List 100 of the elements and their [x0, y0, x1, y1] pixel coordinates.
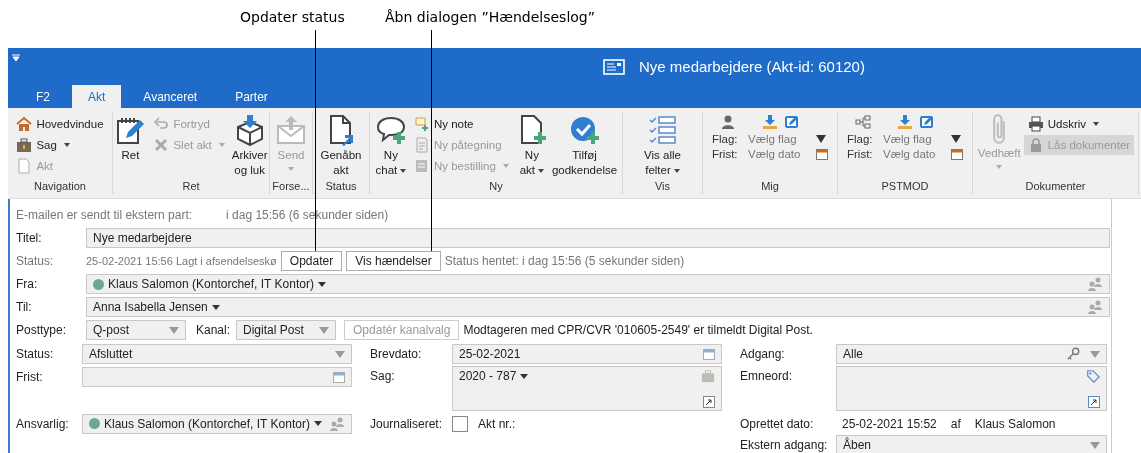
presence-dot: [93, 278, 104, 290]
cross-icon: [153, 137, 170, 153]
ribbon-tab[interactable]: Parter: [219, 85, 284, 108]
posttype-dropdown[interactable]: Q-post: [86, 320, 186, 340]
field-label: Sag:: [370, 368, 396, 385]
message-icon: [603, 58, 625, 75]
hierarchy-icon[interactable]: [855, 114, 871, 130]
callout-label: Åbn dialogen ”Hændelseslog”: [385, 9, 595, 25]
flag-label: Flag:: [847, 133, 874, 145]
group-label: Ret: [182, 180, 200, 194]
channel-note: Modtageren med CPR/CVR '010605-2549' er tilmeldt Digital Post.: [463, 323, 813, 337]
ribbon-button[interactable]: Arkiver og luk: [230, 112, 269, 180]
edit-icon[interactable]: [784, 114, 800, 130]
ribbon-tab[interactable]: F2: [20, 85, 66, 108]
ribbon-button[interactable]: Sag: [12, 135, 108, 155]
expand-icon[interactable]: [703, 396, 715, 408]
notice-label: E-mailen er sendt til ekstern part:: [16, 208, 193, 222]
download-icon[interactable]: [897, 114, 913, 130]
field-label: Journaliseret:: [370, 416, 444, 431]
ribbon-tab[interactable]: Avanceret: [127, 85, 214, 108]
ribbon-button[interactable]: Ny chat: [373, 112, 408, 180]
expand-icon[interactable]: [1088, 396, 1100, 408]
date-field[interactable]: 25-02-2021: [452, 344, 722, 364]
envelope-icon: [275, 114, 307, 146]
ribbon-button[interactable]: Hovedvindue: [12, 114, 108, 134]
ribbon-button[interactable]: Udskriv: [1023, 114, 1135, 134]
status-fetched: Status hentet: i dag 15:56 (5 sekunder siden): [444, 254, 685, 268]
calendar-icon[interactable]: [816, 148, 828, 160]
callout-label: Opdater status: [240, 9, 345, 25]
check-circle-plus-icon: [568, 114, 601, 146]
person-icon[interactable]: [720, 114, 736, 130]
group-label: Ny: [489, 180, 503, 194]
key-icon[interactable]: [1066, 347, 1080, 361]
ribbon-button[interactable]: Ny akt: [514, 112, 549, 180]
flag-picker[interactable]: Vælg flag: [883, 133, 945, 145]
field-label: Frist:: [16, 370, 44, 384]
group-label: Navigation: [34, 180, 86, 194]
form-icon: [413, 158, 430, 174]
group-label: Status: [325, 180, 357, 194]
house-icon: [16, 116, 33, 132]
caret-icon[interactable]: [951, 135, 961, 143]
field-label: Adgang:: [740, 347, 786, 361]
date-picker[interactable]: Vælg dato: [883, 148, 945, 160]
field-label: Oprettet dato:: [740, 416, 815, 431]
case-field[interactable]: 2020 - 787: [452, 366, 722, 411]
person-field[interactable]: Anna Isabella Jensen: [86, 297, 1110, 317]
calendar-icon[interactable]: [333, 371, 345, 383]
group-label: Forse...: [272, 180, 310, 194]
channel-dropdown[interactable]: Digital Post: [236, 320, 337, 340]
people-icon[interactable]: [1087, 299, 1103, 315]
caret-icon: [169, 326, 179, 334]
deadline-label: Frist:: [847, 148, 874, 160]
created-by: Klaus Salomon: [974, 416, 1056, 431]
created-date: 25-02-2021 15:52: [842, 416, 937, 431]
deadline-label: Frist:: [712, 148, 739, 160]
paperclip-icon: [993, 114, 1006, 144]
ribbon-tab[interactable]: Akt: [72, 85, 122, 108]
field-label: Brevdato:: [370, 347, 423, 361]
external-access-dropdown[interactable]: Åben: [836, 435, 1107, 453]
field-label: Ansvarlig:: [16, 416, 70, 431]
date-picker[interactable]: Vælg dato: [748, 148, 810, 160]
update-button[interactable]: Opdater: [280, 251, 343, 271]
access-dropdown[interactable]: Alle: [836, 344, 1107, 364]
field-label: Kanal:: [196, 323, 231, 337]
ribbon-button[interactable]: Ny note: [409, 114, 513, 134]
field-label: Emneord:: [740, 368, 794, 385]
ribbon-button[interactable]: Tilføj godkendelse: [550, 112, 619, 180]
field-label: Ekstern adgang:: [740, 438, 829, 452]
note-icon: [413, 137, 430, 153]
caret-icon[interactable]: [12, 54, 20, 62]
tag-icon[interactable]: [1086, 369, 1100, 383]
ribbon-button[interactable]: Vis alle felter: [643, 112, 682, 180]
calendar-icon[interactable]: [703, 348, 715, 360]
person-field[interactable]: Klaus Salomon (Kontorchef, IT Kontor): [82, 413, 352, 434]
journalized-checkbox[interactable]: [452, 415, 468, 432]
group-label: Mig: [761, 180, 779, 194]
field-label: Titel:: [16, 231, 43, 245]
edit-icon[interactable]: [919, 114, 935, 130]
checklist-icon: [646, 114, 679, 146]
caret-icon: [211, 304, 220, 310]
people-icon[interactable]: [329, 415, 345, 432]
field-label: Status:: [16, 347, 55, 361]
flag-label: Flag:: [712, 133, 739, 145]
keywords-field[interactable]: [836, 366, 1107, 411]
people-icon[interactable]: [1087, 276, 1103, 292]
show-events-button[interactable]: Vis hændelser: [346, 251, 441, 271]
title-field[interactable]: Nye medarbejdere: [86, 228, 1110, 248]
ribbon-button[interactable]: Ret: [113, 112, 148, 180]
printer-icon: [1027, 116, 1044, 132]
status-dropdown[interactable]: Afsluttet: [82, 344, 352, 364]
flag-picker[interactable]: Vælg flag: [748, 133, 810, 145]
caret-icon[interactable]: [816, 135, 826, 143]
person-field[interactable]: Klaus Salomon (Kontorchef, IT Kontor): [86, 274, 1110, 294]
calendar-icon[interactable]: [951, 148, 963, 160]
ribbon-button[interactable]: Genåbn akt: [319, 112, 363, 180]
date-field[interactable]: [82, 367, 352, 387]
caret-icon: [313, 421, 322, 426]
field-label: Fra:: [16, 277, 39, 291]
download-icon[interactable]: [762, 114, 778, 130]
briefcase-icon: [16, 137, 33, 153]
